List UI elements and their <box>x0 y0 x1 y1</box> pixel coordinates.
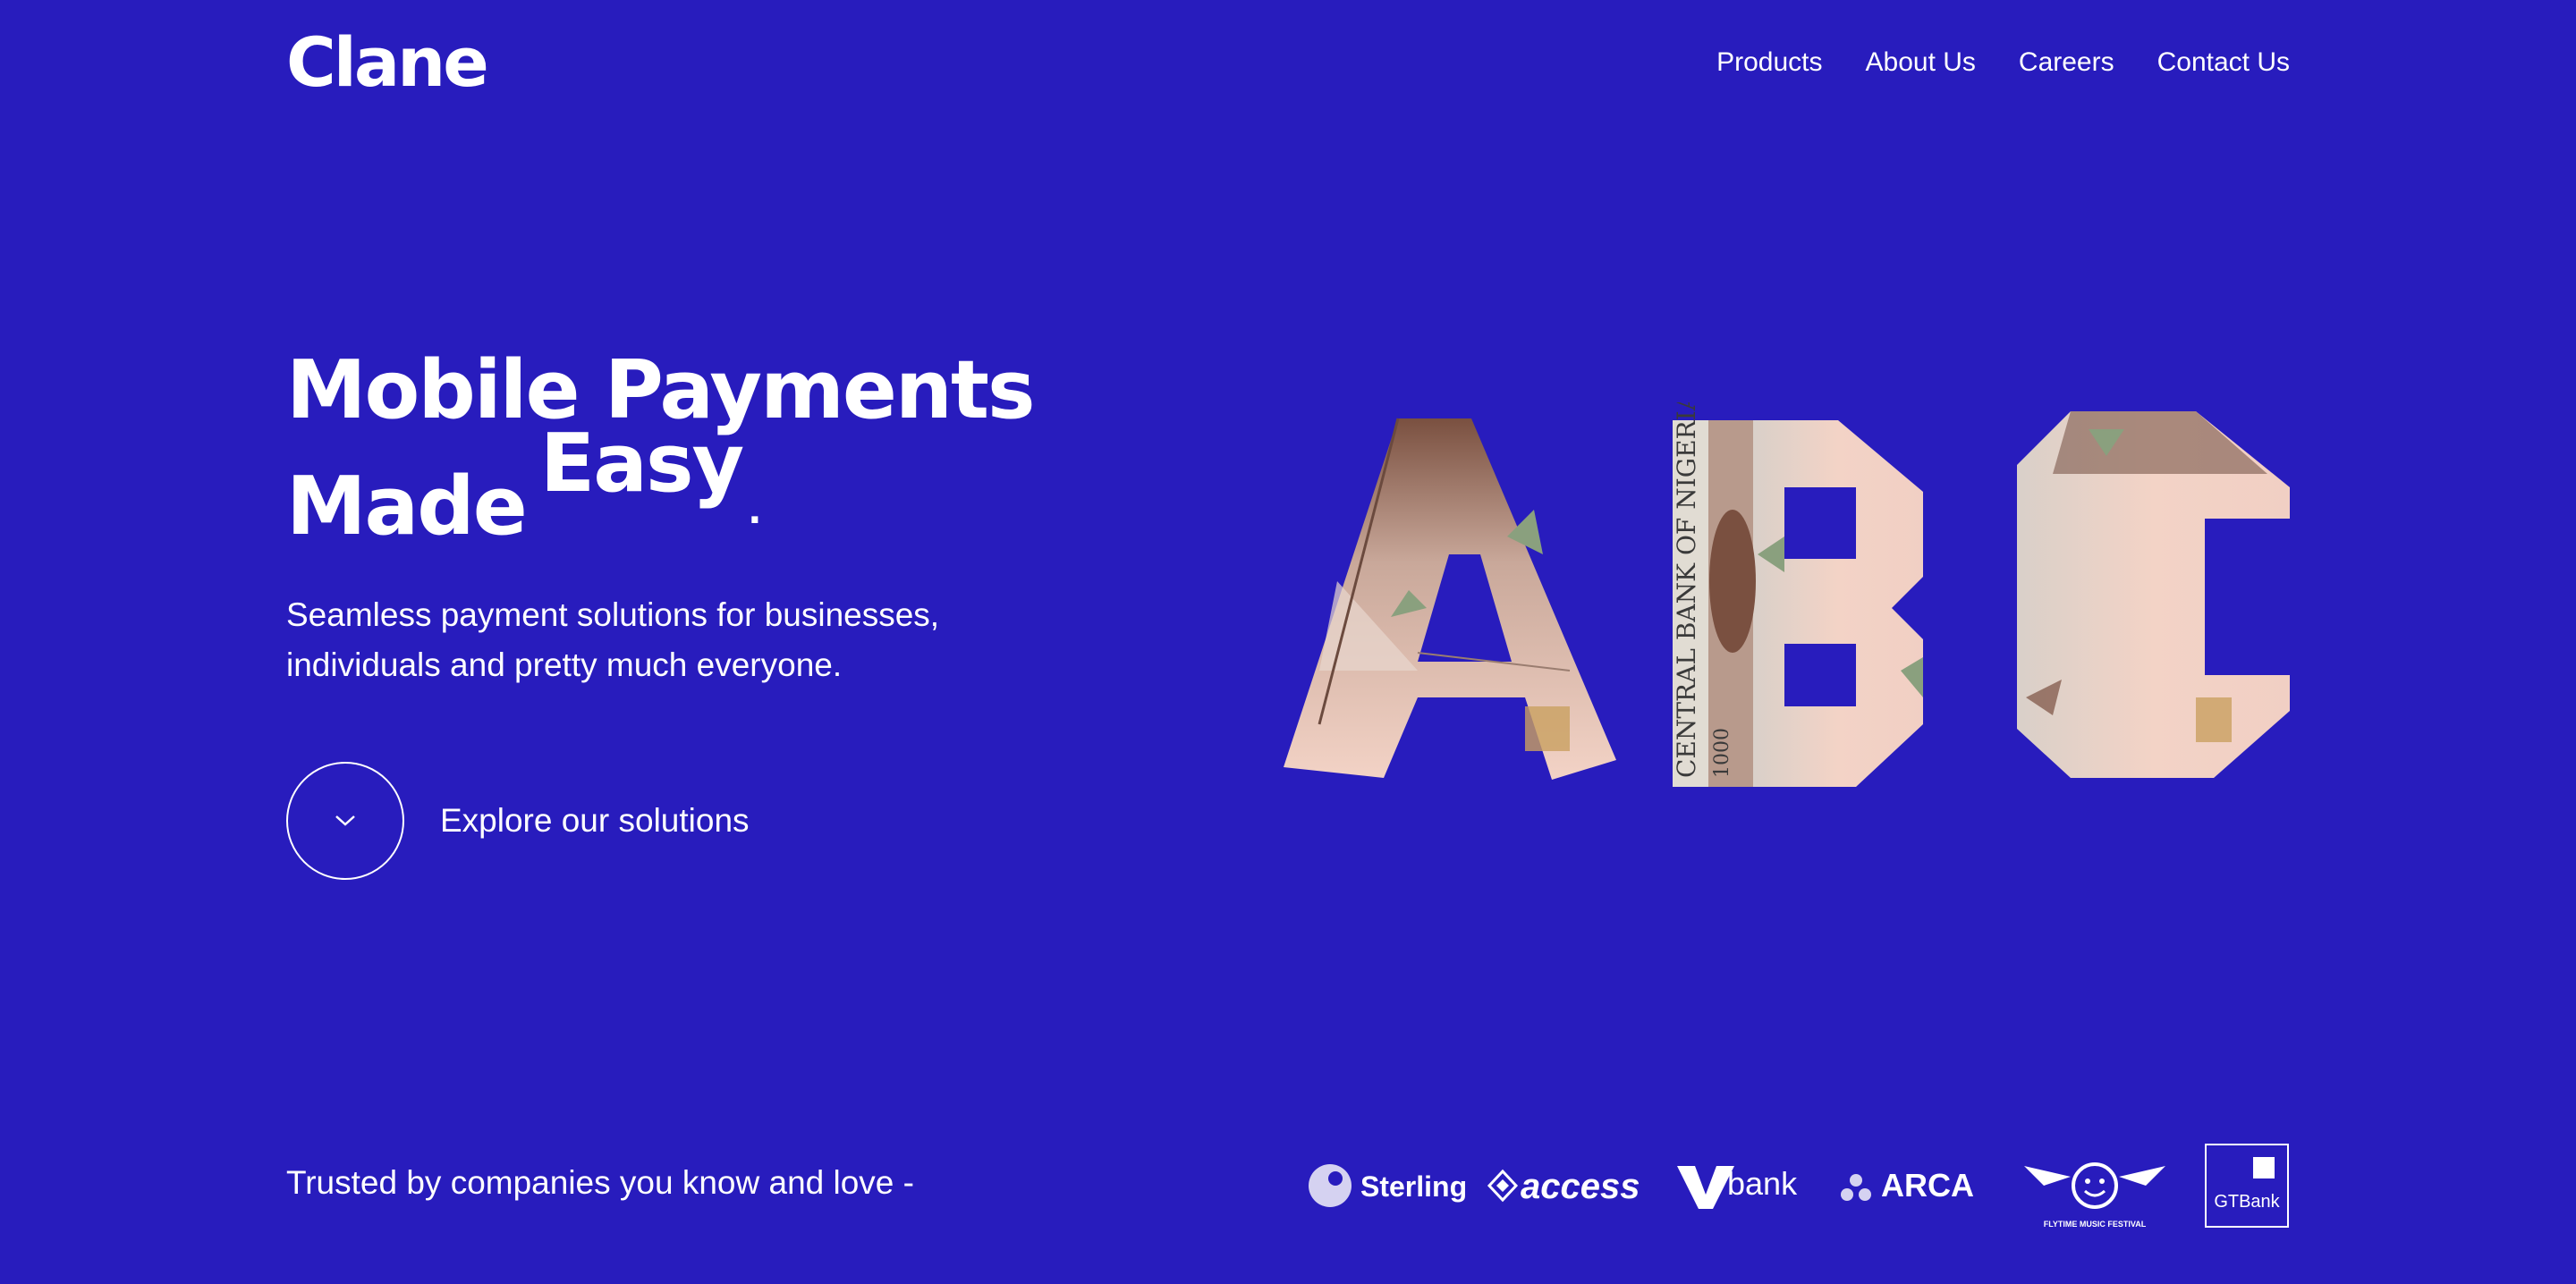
nav-contact-us[interactable]: Contact Us <box>2157 46 2290 79</box>
svg-text:GTBank: GTBank <box>2214 1192 2280 1212</box>
main-nav: Products About Us Careers Contact Us <box>1716 46 2290 79</box>
flytime-logo[interactable]: FLYTIME MUSIC FESTIVAL <box>2024 1162 2165 1229</box>
partner-logos: Sterling access bank ARCA FLYTIME MUSIC … <box>1309 1144 2289 1229</box>
access-logo[interactable]: access <box>1487 1167 1640 1206</box>
svg-text:ARCA: ARCA <box>1881 1167 1974 1204</box>
svg-text:FLYTIME MUSIC FESTIVAL: FLYTIME MUSIC FESTIVAL <box>2044 1220 2147 1229</box>
clane-logo[interactable]: Clane <box>286 29 489 97</box>
explore-label[interactable]: Explore our solutions <box>440 802 750 840</box>
sterling-logo[interactable]: Sterling <box>1309 1164 1467 1207</box>
gtbank-logo[interactable]: GTBank <box>2205 1144 2289 1228</box>
letter-c <box>2017 411 2290 778</box>
chevron-down-icon <box>335 815 355 826</box>
abc-banknote-artwork: CENTRAL BANK OF NIGERIA 1000 <box>1284 402 2290 787</box>
svg-text:Sterling: Sterling <box>1360 1170 1467 1203</box>
letter-b: CENTRAL BANK OF NIGERIA 1000 <box>1672 402 1923 787</box>
hero-title-dot: . <box>748 491 761 532</box>
hero-subtitle: Seamless payment solutions for businesse… <box>286 596 940 683</box>
svg-text:access: access <box>1521 1167 1640 1206</box>
explore-solutions-button[interactable]: Explore our solutions <box>286 762 750 880</box>
hero-title-rotating-word: Easy <box>539 417 744 511</box>
explore-circle[interactable] <box>286 762 404 880</box>
arca-logo[interactable]: ARCA <box>1841 1167 1974 1204</box>
trusted-by-label: Trusted by companies you know and love - <box>286 1164 914 1201</box>
hero-title: Mobile Payments Made Easy. <box>286 333 1036 580</box>
banknote-label: CENTRAL BANK OF NIGERIA <box>1672 402 1701 778</box>
hero-title-made: Made <box>286 460 528 553</box>
banknote-value: 1000 <box>1711 728 1733 778</box>
svg-text:bank: bank <box>1727 1165 1798 1202</box>
nav-products[interactable]: Products <box>1716 46 1822 79</box>
nav-about-us[interactable]: About Us <box>1866 46 1976 79</box>
vbank-logo[interactable]: bank <box>1677 1165 1798 1209</box>
nav-careers[interactable]: Careers <box>2019 46 2114 79</box>
letter-a <box>1284 418 1616 780</box>
